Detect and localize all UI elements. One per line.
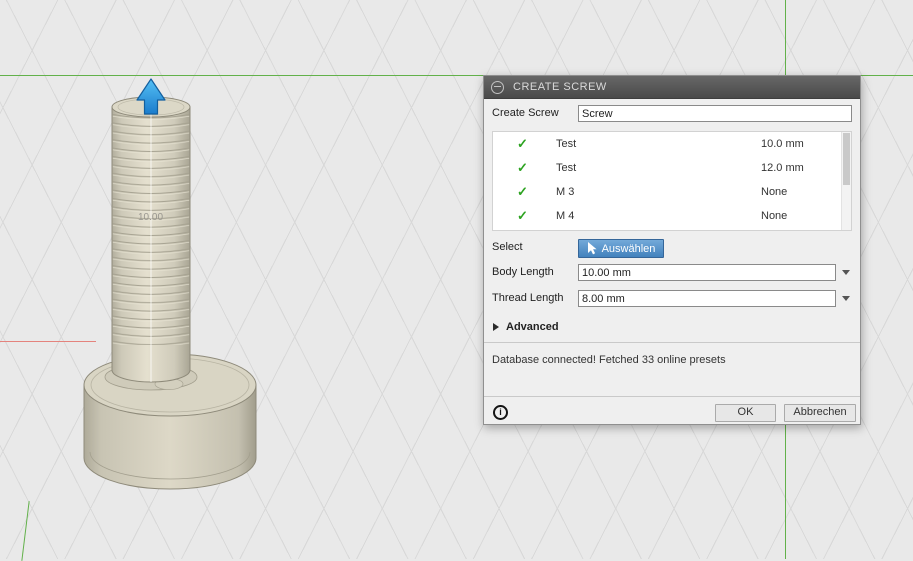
select-row: Select Auswählen — [492, 239, 852, 258]
check-icon: ✓ — [517, 208, 528, 223]
preset-size: None — [761, 210, 788, 222]
preset-size: None — [761, 186, 788, 198]
status-text: Database connected! Fetched 33 online pr… — [492, 354, 726, 366]
preset-size: 10.0 mm — [761, 138, 804, 150]
collapse-dialog-icon[interactable] — [491, 80, 504, 94]
dialog-title: CREATE SCREW — [513, 81, 607, 93]
select-label: Select — [492, 241, 523, 253]
preset-size: 12.0 mm — [761, 162, 804, 174]
check-icon: ✓ — [517, 184, 528, 199]
status-row: Database connected! Fetched 33 online pr… — [492, 354, 852, 368]
preset-name: M 3 — [556, 186, 575, 198]
body-length-input[interactable] — [578, 264, 836, 281]
body-length-dropdown-icon[interactable] — [842, 270, 850, 275]
select-button[interactable]: Auswählen — [578, 239, 664, 258]
thread-length-input[interactable] — [578, 290, 836, 307]
screw-name-input[interactable] — [578, 105, 852, 122]
check-icon: ✓ — [517, 160, 528, 175]
body-length-label: Body Length — [492, 266, 554, 278]
check-icon: ✓ — [517, 136, 528, 151]
divider — [484, 396, 860, 397]
dialog-title-bar[interactable]: CREATE SCREW — [484, 76, 860, 99]
create-screw-dialog: CREATE SCREW Create Screw ✓ Test 10.0 mm… — [483, 75, 861, 425]
name-row: Create Screw — [492, 105, 852, 122]
divider — [484, 342, 860, 343]
scrollbar-thumb[interactable] — [843, 133, 850, 185]
thread-length-row: Thread Length — [492, 290, 852, 307]
cursor-icon — [587, 242, 597, 255]
cancel-button[interactable]: Abbrechen — [784, 404, 856, 422]
thread-length-dropdown-icon[interactable] — [842, 296, 850, 301]
info-icon[interactable]: i — [493, 405, 508, 420]
preset-row[interactable]: ✓ M 4 None — [493, 204, 851, 228]
preset-row[interactable]: ✓ Test 12.0 mm — [493, 156, 851, 180]
list-scrollbar[interactable] — [841, 132, 851, 230]
preset-list: ✓ Test 10.0 mm ✓ Test 12.0 mm ✓ M 3 None… — [492, 131, 852, 231]
screw-model[interactable]: 10.00 — [83, 90, 257, 490]
advanced-label: Advanced — [506, 321, 559, 333]
preset-row[interactable]: ✓ M 3 None — [493, 180, 851, 204]
preset-row[interactable]: ✓ Test 10.0 mm — [493, 132, 851, 156]
select-button-label: Auswählen — [601, 242, 656, 255]
dialog-footer: i OK Abbrechen — [492, 403, 856, 423]
name-label: Create Screw — [492, 107, 559, 119]
dimension-label: 10.00 — [138, 212, 163, 223]
advanced-toggle[interactable]: Advanced — [492, 320, 852, 334]
ok-button[interactable]: OK — [715, 404, 776, 422]
preset-name: Test — [556, 162, 577, 174]
preset-name: Test — [556, 138, 577, 150]
body-length-row: Body Length — [492, 264, 852, 281]
preset-name: M 4 — [556, 210, 575, 222]
expand-arrow-icon — [493, 323, 499, 331]
thread-length-label: Thread Length — [492, 292, 564, 304]
